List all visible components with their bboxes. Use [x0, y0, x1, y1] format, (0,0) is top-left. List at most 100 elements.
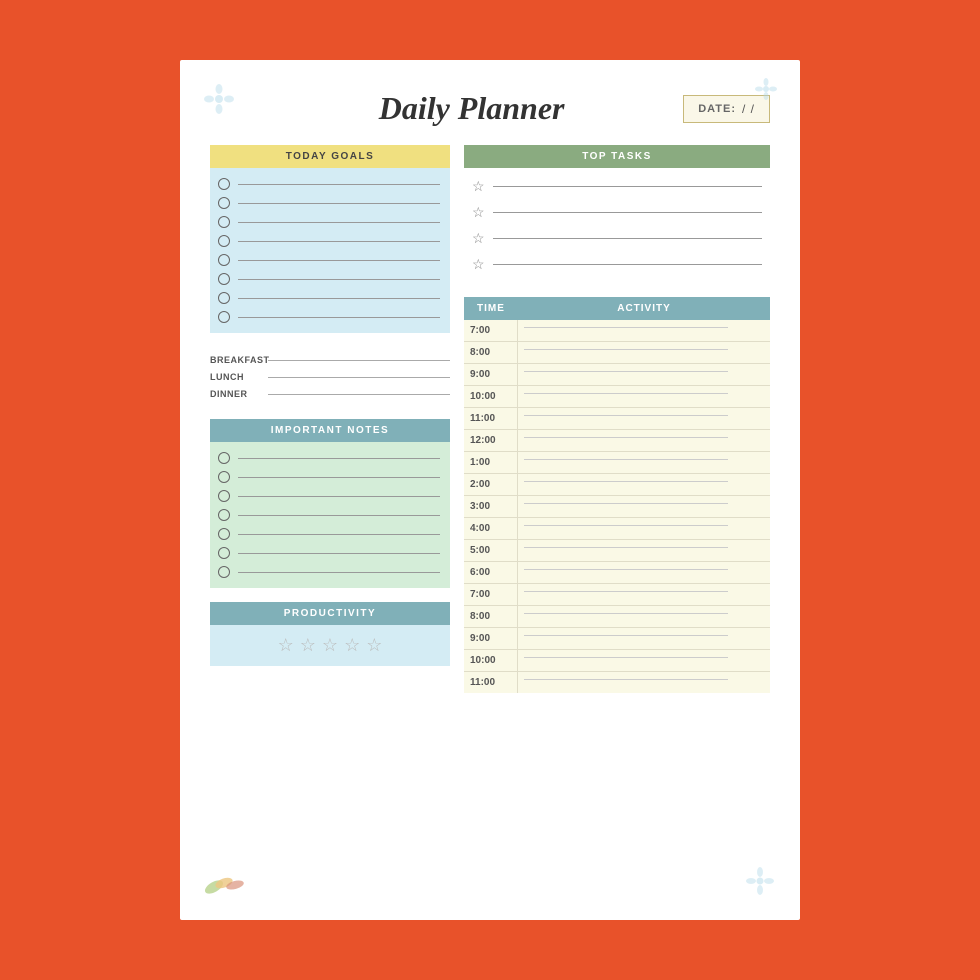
schedule-activity-7 — [518, 474, 770, 495]
productivity-star-5[interactable]: ☆ — [366, 635, 382, 656]
task-line-2 — [493, 212, 762, 213]
page-title: Daily Planner — [379, 90, 565, 127]
goal-row-3[interactable] — [218, 216, 440, 228]
goal-line-7 — [238, 298, 440, 299]
task-row-3[interactable]: ☆ — [472, 230, 762, 247]
goal-checkbox-1[interactable] — [218, 178, 230, 190]
note-checkbox-6[interactable] — [218, 547, 230, 559]
task-line-3 — [493, 238, 762, 239]
schedule-activity-8 — [518, 496, 770, 517]
note-line-4 — [238, 515, 440, 516]
schedule-activity-0 — [518, 320, 770, 341]
productivity-star-1[interactable]: ☆ — [278, 635, 294, 656]
schedule-header: TIME ACTIVITY — [464, 297, 770, 320]
schedule-time-11: 6:00 — [464, 562, 518, 583]
goal-checkbox-7[interactable] — [218, 292, 230, 304]
schedule-row-6[interactable]: 1:00 — [464, 452, 770, 474]
note-row-1[interactable] — [218, 452, 440, 464]
meal-dinner-line — [268, 394, 450, 395]
goal-row-8[interactable] — [218, 311, 440, 323]
schedule-activity-10 — [518, 540, 770, 561]
goal-checkbox-2[interactable] — [218, 197, 230, 209]
productivity-section: PRODUCTIVITY ☆ ☆ ☆ ☆ ☆ — [210, 602, 450, 666]
main-layout: TODAY GOALS BREAKFAST — [210, 145, 770, 693]
schedule-activity-2 — [518, 364, 770, 385]
task-star-3: ☆ — [472, 230, 485, 247]
date-label: DATE: — [698, 103, 736, 115]
schedule-row-0[interactable]: 7:00 — [464, 320, 770, 342]
schedule-row-16[interactable]: 11:00 — [464, 672, 770, 693]
productivity-star-3[interactable]: ☆ — [322, 635, 338, 656]
note-row-5[interactable] — [218, 528, 440, 540]
schedule-activity-header: ACTIVITY — [518, 297, 770, 320]
schedule-time-13: 8:00 — [464, 606, 518, 627]
schedule-activity-3 — [518, 386, 770, 407]
note-line-7 — [238, 572, 440, 573]
left-column: TODAY GOALS BREAKFAST — [210, 145, 450, 693]
important-notes-section: IMPORTANT NOTES — [210, 419, 450, 588]
goal-row-5[interactable] — [218, 254, 440, 266]
goal-row-1[interactable] — [218, 178, 440, 190]
goal-row-4[interactable] — [218, 235, 440, 247]
schedule-row-2[interactable]: 9:00 — [464, 364, 770, 386]
schedule-row-12[interactable]: 7:00 — [464, 584, 770, 606]
note-row-2[interactable] — [218, 471, 440, 483]
productivity-star-4[interactable]: ☆ — [344, 635, 360, 656]
note-checkbox-2[interactable] — [218, 471, 230, 483]
goal-line-1 — [238, 184, 440, 185]
note-line-1 — [238, 458, 440, 459]
goal-checkbox-8[interactable] — [218, 311, 230, 323]
task-line-1 — [493, 186, 762, 187]
meal-row-breakfast: BREAKFAST — [210, 355, 450, 365]
schedule-row-5[interactable]: 12:00 — [464, 430, 770, 452]
schedule-activity-14 — [518, 628, 770, 649]
meals-section: BREAKFAST LUNCH DINNER — [210, 347, 450, 405]
note-row-7[interactable] — [218, 566, 440, 578]
schedule-row-13[interactable]: 8:00 — [464, 606, 770, 628]
schedule-time-header: TIME — [464, 297, 518, 320]
task-row-4[interactable]: ☆ — [472, 256, 762, 273]
note-checkbox-3[interactable] — [218, 490, 230, 502]
schedule-time-9: 4:00 — [464, 518, 518, 539]
top-tasks-header: TOP TASKS — [464, 145, 770, 168]
schedule-row-8[interactable]: 3:00 — [464, 496, 770, 518]
schedule-row-4[interactable]: 11:00 — [464, 408, 770, 430]
schedule-time-8: 3:00 — [464, 496, 518, 517]
task-row-1[interactable]: ☆ — [472, 178, 762, 195]
header: Daily Planner DATE: / / — [210, 90, 770, 127]
task-row-2[interactable]: ☆ — [472, 204, 762, 221]
schedule-row-3[interactable]: 10:00 — [464, 386, 770, 408]
note-row-4[interactable] — [218, 509, 440, 521]
schedule-time-16: 11:00 — [464, 672, 518, 693]
schedule-time-0: 7:00 — [464, 320, 518, 341]
today-goals-body — [210, 168, 450, 333]
schedule-row-1[interactable]: 8:00 — [464, 342, 770, 364]
deco-flower-bottom-right — [743, 864, 778, 905]
note-checkbox-7[interactable] — [218, 566, 230, 578]
productivity-star-2[interactable]: ☆ — [300, 635, 316, 656]
goal-row-2[interactable] — [218, 197, 440, 209]
deco-leaves-bottom-left — [202, 865, 257, 902]
goal-line-4 — [238, 241, 440, 242]
goal-row-6[interactable] — [218, 273, 440, 285]
meal-breakfast-label: BREAKFAST — [210, 355, 268, 365]
meal-row-dinner: DINNER — [210, 389, 450, 399]
task-line-4 — [493, 264, 762, 265]
goal-checkbox-6[interactable] — [218, 273, 230, 285]
schedule-row-9[interactable]: 4:00 — [464, 518, 770, 540]
goal-checkbox-5[interactable] — [218, 254, 230, 266]
note-row-3[interactable] — [218, 490, 440, 502]
schedule-row-11[interactable]: 6:00 — [464, 562, 770, 584]
note-checkbox-4[interactable] — [218, 509, 230, 521]
productivity-body: ☆ ☆ ☆ ☆ ☆ — [210, 625, 450, 666]
schedule-row-15[interactable]: 10:00 — [464, 650, 770, 672]
note-checkbox-5[interactable] — [218, 528, 230, 540]
goal-row-7[interactable] — [218, 292, 440, 304]
schedule-row-7[interactable]: 2:00 — [464, 474, 770, 496]
schedule-row-14[interactable]: 9:00 — [464, 628, 770, 650]
schedule-row-10[interactable]: 5:00 — [464, 540, 770, 562]
goal-checkbox-3[interactable] — [218, 216, 230, 228]
note-row-6[interactable] — [218, 547, 440, 559]
note-checkbox-1[interactable] — [218, 452, 230, 464]
goal-checkbox-4[interactable] — [218, 235, 230, 247]
